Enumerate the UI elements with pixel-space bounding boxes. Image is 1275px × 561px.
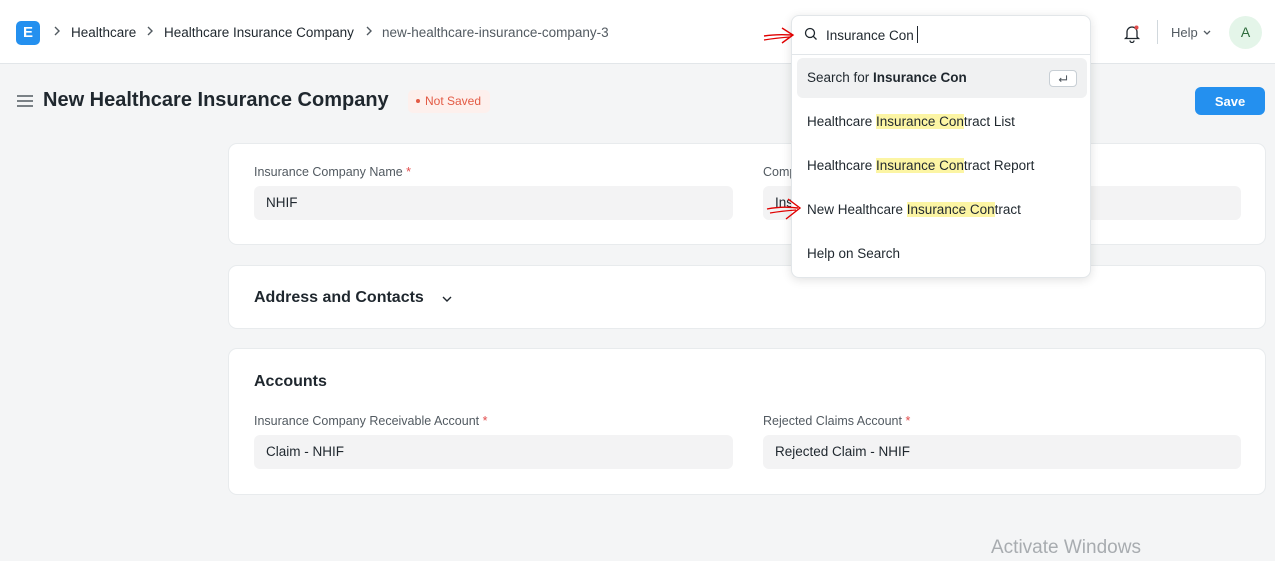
chevron-right-icon (366, 26, 372, 36)
sidebar-toggle-icon[interactable] (17, 94, 33, 108)
status-dot (416, 98, 420, 103)
notification-bell-icon[interactable] (1122, 23, 1142, 43)
company-name-input[interactable]: NHIF (254, 186, 733, 220)
activate-windows-watermark: Activate Windows (991, 537, 1141, 558)
breadcrumb-healthcare[interactable]: Healthcare (71, 25, 136, 40)
search-icon (804, 27, 817, 40)
help-on-search-item[interactable]: Help on Search (797, 234, 1087, 274)
status-badge-text: Not Saved (425, 94, 482, 108)
help-menu[interactable]: Help (1171, 25, 1198, 40)
company-name-label: Insurance Company Name * (254, 165, 412, 179)
rejected-claims-input[interactable]: Rejected Claim - NHIF (763, 435, 1241, 469)
receivable-account-label: Insurance Company Receivable Account * (254, 414, 488, 428)
chevron-right-icon (147, 26, 153, 36)
accounts-card: Accounts Insurance Company Receivable Ac… (228, 348, 1266, 495)
search-for-item[interactable]: Search for Insurance Con (797, 58, 1087, 98)
address-contacts-card[interactable]: Address and Contacts (228, 265, 1266, 329)
annotation-arrow-icon (766, 198, 802, 220)
app-logo[interactable]: E (16, 21, 40, 45)
status-badge: Not Saved (408, 90, 491, 113)
save-button[interactable]: Save (1195, 87, 1265, 115)
breadcrumb-current-doc[interactable]: new-healthcare-insurance-company-3 (382, 25, 609, 40)
search-result-contract-list[interactable]: Healthcare Insurance Contract List (797, 102, 1087, 142)
address-contacts-title[interactable]: Address and Contacts (254, 289, 424, 307)
accounts-title: Accounts (254, 373, 327, 390)
user-avatar[interactable]: A (1229, 16, 1262, 49)
details-card: Insurance Company Name * NHIF Comp Ins (228, 143, 1266, 245)
search-result-new-contract[interactable]: New Healthcare Insurance Contract (797, 190, 1087, 230)
search-input[interactable] (826, 25, 1076, 45)
rejected-claims-label: Rejected Claims Account * (763, 414, 911, 428)
page-title: New Healthcare Insurance Company (43, 89, 389, 111)
chevron-right-icon (54, 26, 60, 36)
receivable-account-input[interactable]: Claim - NHIF (254, 435, 733, 469)
enter-key-icon (1049, 70, 1077, 87)
text-caret (917, 26, 918, 43)
chevron-down-icon[interactable] (441, 295, 453, 303)
search-result-contract-report[interactable]: Healthcare Insurance Contract Report (797, 146, 1087, 186)
breadcrumb-insurance-company[interactable]: Healthcare Insurance Company (164, 25, 354, 40)
navbar-divider (1157, 20, 1158, 44)
chevron-down-icon[interactable] (1202, 29, 1212, 37)
search-divider (792, 54, 1090, 55)
awesomebar-dropdown: Search for Insurance Con Healthcare Insu… (791, 15, 1091, 278)
annotation-arrow-icon (763, 27, 795, 44)
